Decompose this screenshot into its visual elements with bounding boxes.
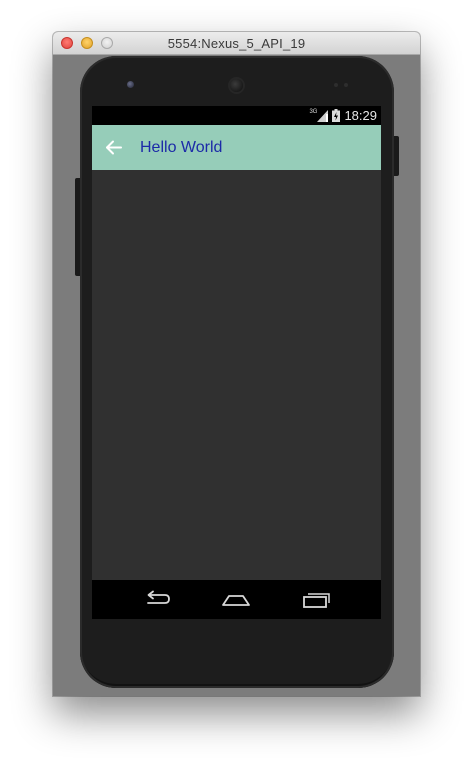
- nav-back-icon[interactable]: [142, 588, 172, 610]
- power-button[interactable]: [394, 136, 399, 176]
- window-titlebar[interactable]: 5554:Nexus_5_API_19: [53, 32, 420, 55]
- action-bar: Hello World: [92, 125, 381, 170]
- status-clock: 18:29: [344, 108, 377, 123]
- nav-recent-apps-icon[interactable]: [302, 588, 332, 610]
- sensor-dot: [344, 83, 348, 87]
- status-bar: 3G 18:29: [92, 106, 381, 125]
- battery-icon: [332, 109, 341, 122]
- network-type-label: 3G: [309, 108, 318, 115]
- device-screen: 3G 18:29 Hello World: [92, 106, 381, 580]
- arrow-back-icon[interactable]: [105, 138, 124, 157]
- proximity-sensor: [127, 81, 134, 88]
- window-title: 5554:Nexus_5_API_19: [167, 36, 306, 51]
- content-area: [92, 170, 381, 580]
- nav-home-icon[interactable]: [221, 588, 251, 610]
- app-title: Hello World: [140, 139, 223, 156]
- status-icons: 3G 18:29: [309, 108, 377, 123]
- navigation-bar: [92, 580, 381, 619]
- front-camera-icon: [230, 79, 243, 92]
- signal-icon: [317, 109, 329, 122]
- sensor-dot: [334, 83, 338, 87]
